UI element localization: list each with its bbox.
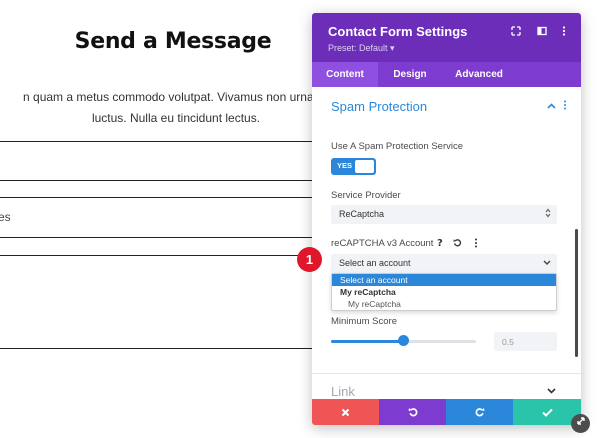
paragraph-line: n quam a metus commodo volutpat. Vivamus… bbox=[23, 90, 329, 104]
step-number-badge: 1 bbox=[297, 247, 322, 272]
form-field-line bbox=[0, 255, 312, 256]
settings-panel: Contact Form Settings Preset: Default ▾ … bbox=[312, 13, 581, 425]
undo-button[interactable] bbox=[379, 399, 446, 425]
tab-advanced[interactable]: Advanced bbox=[442, 62, 516, 87]
form-field-line bbox=[0, 141, 312, 142]
more-icon[interactable] bbox=[563, 100, 567, 113]
reset-icon[interactable] bbox=[453, 238, 462, 250]
account-dropdown-list: Select an account My reCaptcha My reCapt… bbox=[331, 273, 557, 311]
dropdown-group-label: My reCaptcha bbox=[340, 287, 396, 297]
help-icon[interactable]: ? bbox=[437, 238, 443, 249]
split-view-icon[interactable] bbox=[535, 26, 549, 40]
resize-handle-icon[interactable] bbox=[571, 414, 590, 433]
minimum-score-label: Minimum Score bbox=[331, 316, 397, 327]
panel-footer bbox=[312, 399, 581, 425]
tab-content[interactable]: Content bbox=[312, 62, 378, 87]
page-title: Send a Message bbox=[74, 29, 272, 54]
more-icon[interactable] bbox=[557, 26, 571, 40]
panel-body: Spam Protection Use A Spam Protection Se… bbox=[312, 87, 581, 399]
updown-arrow-icon bbox=[545, 208, 551, 221]
panel-scrollbar[interactable] bbox=[575, 229, 578, 357]
recaptcha-account-label: reCAPTCHA v3 Account bbox=[331, 238, 434, 249]
select-value: Select an account bbox=[339, 258, 411, 268]
panel-tabs: Content Design Advanced bbox=[312, 62, 581, 87]
save-icon bbox=[541, 408, 553, 417]
slider-fill bbox=[331, 340, 404, 343]
form-field-line bbox=[0, 180, 312, 181]
fullscreen-icon[interactable] bbox=[509, 26, 523, 40]
service-provider-select[interactable]: ReCaptcha bbox=[331, 205, 557, 224]
redo-button[interactable] bbox=[446, 399, 513, 425]
chevron-down-icon[interactable] bbox=[547, 386, 556, 397]
form-field-line bbox=[0, 197, 312, 198]
cancel-icon bbox=[341, 408, 350, 417]
minimum-score-input[interactable]: 0.5 bbox=[494, 332, 557, 351]
spam-protection-section-title[interactable]: Spam Protection bbox=[331, 99, 427, 114]
toggle-knob bbox=[355, 160, 374, 173]
page-paragraph: n quam a metus commodo volutpat. Vivamus… bbox=[0, 87, 356, 129]
link-section-title[interactable]: Link bbox=[331, 384, 355, 399]
redo-icon bbox=[475, 408, 484, 417]
tab-design[interactable]: Design bbox=[378, 62, 442, 87]
dropdown-option-my-recaptcha[interactable]: My reCaptcha bbox=[332, 298, 556, 310]
spam-service-toggle[interactable]: YES bbox=[331, 158, 376, 175]
recaptcha-account-select[interactable]: Select an account bbox=[331, 254, 557, 273]
more-icon[interactable] bbox=[474, 238, 478, 251]
panel-title: Contact Form Settings bbox=[328, 24, 468, 39]
service-provider-label: Service Provider bbox=[331, 190, 401, 201]
form-field-line bbox=[0, 237, 312, 238]
dropdown-option-select-account[interactable]: Select an account bbox=[332, 274, 556, 286]
section-divider bbox=[312, 373, 581, 374]
use-spam-service-label: Use A Spam Protection Service bbox=[331, 141, 464, 152]
form-field-text: es bbox=[0, 210, 11, 224]
chevron-down-icon bbox=[543, 257, 551, 270]
panel-header[interactable]: Contact Form Settings Preset: Default ▾ bbox=[312, 13, 581, 62]
form-field-line bbox=[0, 348, 312, 349]
toggle-text: YES bbox=[337, 161, 353, 170]
paragraph-line: luctus. Nulla eu tincidunt lectus. bbox=[91, 111, 261, 125]
chevron-up-icon[interactable] bbox=[547, 101, 556, 112]
undo-icon bbox=[408, 408, 417, 417]
slider-handle[interactable] bbox=[398, 335, 409, 346]
select-value: ReCaptcha bbox=[339, 209, 385, 219]
cancel-button[interactable] bbox=[312, 399, 379, 425]
preset-selector[interactable]: Preset: Default ▾ bbox=[328, 43, 395, 54]
